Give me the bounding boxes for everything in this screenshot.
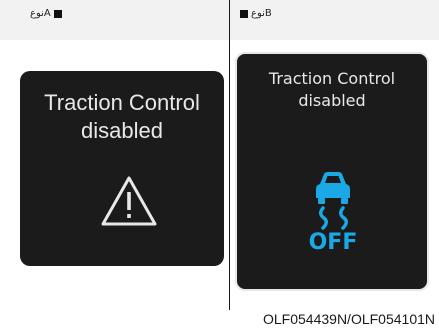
figure-caption: OLF054439N/OLF054101N: [263, 311, 435, 327]
panel-a-line1: Traction Control: [44, 90, 200, 115]
type-b-text: نوعB: [251, 8, 272, 19]
type-a-label: نوعA: [30, 8, 62, 19]
panel-type-a: Traction Control disabled: [20, 71, 224, 266]
panel-b-message: Traction Control disabled: [237, 68, 427, 112]
type-b-label: نوعB: [240, 8, 272, 19]
type-b-marker-icon: [240, 9, 248, 18]
center-divider: [229, 0, 230, 310]
panel-a-message: Traction Control disabled: [20, 89, 224, 145]
type-a-marker-icon: [53, 9, 62, 18]
panel-type-b: Traction Control disabled OFF: [235, 52, 429, 291]
warning-triangle-icon: [101, 176, 157, 226]
panel-b-line2: disabled: [298, 91, 366, 110]
panel-a-line2: disabled: [81, 118, 163, 143]
type-a-text: نوعA: [30, 8, 51, 19]
top-strip: [0, 0, 439, 40]
traction-off-status: OFF: [308, 230, 358, 255]
panel-b-line1: Traction Control: [268, 69, 396, 88]
